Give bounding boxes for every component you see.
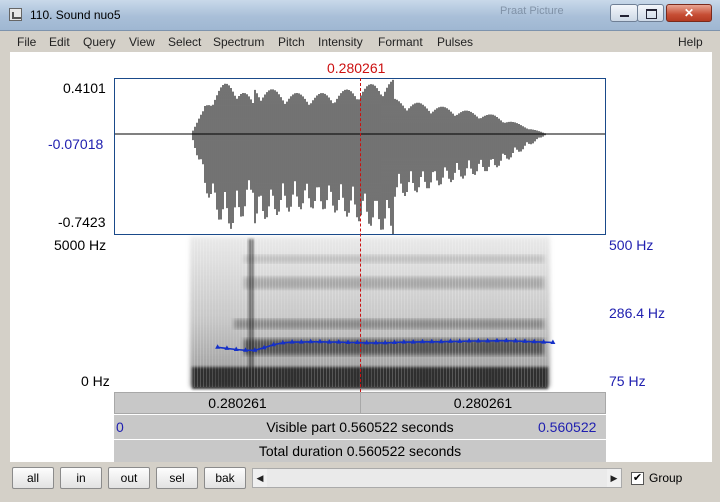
scroll-left-arrow-icon[interactable]: ◀ <box>253 469 267 487</box>
window-title: 110. Sound nuo5 <box>30 8 121 22</box>
close-button[interactable]: ✕ <box>666 4 712 22</box>
menu-view[interactable]: View <box>129 35 155 49</box>
menu-bar: File Edit Query View Select Spectrum Pit… <box>0 32 720 52</box>
time-cursor-line <box>360 78 361 392</box>
waveform-min-label: -0.7423 <box>58 214 106 230</box>
menu-file[interactable]: File <box>17 35 36 49</box>
pitch-bottom-label: 75 Hz <box>609 373 646 389</box>
scroll-right-arrow-icon[interactable]: ▶ <box>607 469 621 487</box>
close-icon: ✕ <box>683 6 695 20</box>
total-duration-label: Total duration 0.560522 seconds <box>258 443 462 459</box>
menu-edit[interactable]: Edit <box>49 35 70 49</box>
zoom-selection-button[interactable]: sel <box>156 467 198 489</box>
checkmark-icon: ✔ <box>632 472 643 484</box>
cursor-left-segment[interactable]: 0.280261 <box>114 392 361 414</box>
waveform-cursor-value-label: -0.07018 <box>48 136 104 152</box>
menu-spectrum[interactable]: Spectrum <box>213 35 264 49</box>
spectrogram-energy <box>190 237 550 389</box>
menu-pulses[interactable]: Pulses <box>437 35 473 49</box>
menu-select[interactable]: Select <box>168 35 201 49</box>
maximize-button[interactable] <box>637 4 664 22</box>
zoom-all-button[interactable]: all <box>12 467 54 489</box>
control-bar: all in out sel bak ◀ ▶ ✔ Group <box>0 462 720 502</box>
cursor-right-segment[interactable]: 0.280261 <box>360 392 606 414</box>
visible-part-label: Visible part 0.560522 seconds <box>266 419 454 435</box>
background-window-title: Praat Picture <box>500 5 564 17</box>
menu-formant[interactable]: Formant <box>378 35 423 49</box>
waveform-max-label: 0.4101 <box>63 80 106 96</box>
time-scrollbar[interactable]: ◀ ▶ <box>252 468 622 488</box>
zoom-in-button[interactable]: in <box>60 467 102 489</box>
spectrogram-top-label: 5000 Hz <box>54 237 107 253</box>
pitch-cursor-label: 286.4 Hz <box>609 305 666 321</box>
group-label: Group <box>649 471 683 485</box>
visible-end-label: 0.560522 <box>538 419 597 435</box>
menu-pitch[interactable]: Pitch <box>278 35 305 49</box>
title-bar[interactable]: 110. Sound nuo5 Praat Picture ✕ <box>0 0 720 31</box>
menu-help[interactable]: Help <box>678 35 703 49</box>
zoom-back-button[interactable]: bak <box>204 467 246 489</box>
menu-intensity[interactable]: Intensity <box>318 35 363 49</box>
waveform-trace <box>192 79 546 234</box>
group-checkbox[interactable]: ✔ <box>631 472 644 485</box>
spectrogram-bottom-label: 0 Hz <box>81 373 110 389</box>
praat-app-icon[interactable] <box>9 8 22 21</box>
pitch-top-label: 500 Hz <box>609 237 654 253</box>
minimize-button[interactable] <box>610 4 638 22</box>
zoom-out-button[interactable]: out <box>108 467 150 489</box>
menu-query[interactable]: Query <box>83 35 116 49</box>
cursor-time-label: 0.280261 <box>327 60 386 76</box>
